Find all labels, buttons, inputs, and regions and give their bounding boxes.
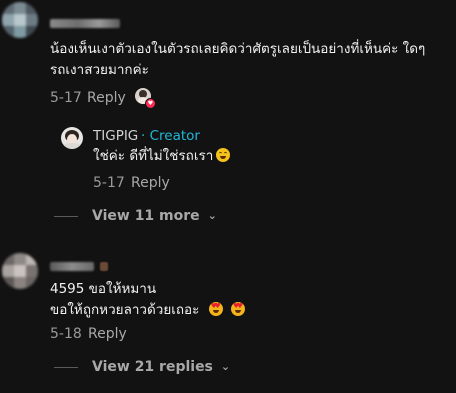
reply-button[interactable]: Reply bbox=[87, 89, 126, 107]
comment-text-line-1: 4595 ขอให้หมาน bbox=[50, 281, 157, 297]
heart-eyes-emoji-icon bbox=[231, 302, 245, 316]
heart-icon: ♥ bbox=[145, 98, 156, 109]
comment-text-line-2: รถเงาสวยมากค่ะ bbox=[50, 62, 149, 78]
comment-date: 5-18 bbox=[50, 326, 82, 342]
view-replies-button[interactable]: View 21 replies ⌄ bbox=[54, 358, 230, 376]
divider-line bbox=[54, 366, 78, 368]
reply-button[interactable]: Reply bbox=[88, 325, 127, 343]
chevron-down-icon: ⌄ bbox=[207, 209, 217, 222]
avatar[interactable] bbox=[2, 253, 38, 289]
avatar[interactable] bbox=[2, 2, 38, 38]
view-more-replies-button[interactable]: View 11 more ⌄ bbox=[54, 207, 217, 225]
reply-date: 5-17 bbox=[93, 175, 125, 191]
comment-text-line-1: น้องเห็นเงาตัวเองในตัวรถเลยคิดว่าศัตรูเล… bbox=[50, 41, 426, 57]
reply-text-content: ใช่ค่ะ ดีที่ไม่ใช่รถเรา bbox=[93, 148, 214, 164]
reply-author[interactable]: TIGPIG bbox=[93, 127, 138, 145]
blurred-badge bbox=[100, 262, 108, 271]
divider-line bbox=[54, 215, 78, 217]
creator-badge: · Creator bbox=[141, 128, 200, 144]
comment-date: 5-17 bbox=[50, 90, 82, 106]
view-replies-label: View 21 replies bbox=[92, 359, 213, 375]
heart-eyes-emoji-icon bbox=[208, 302, 223, 316]
comment-text-content: ขอให้ถูกหวยลาวด้วยเถอะ bbox=[50, 302, 200, 318]
reply-button[interactable]: Reply bbox=[131, 174, 170, 192]
view-more-label: View 11 more bbox=[92, 208, 200, 224]
chevron-down-icon: ⌄ bbox=[220, 360, 231, 373]
username-blurred[interactable] bbox=[50, 262, 94, 271]
laughing-emoji-icon bbox=[216, 148, 231, 162]
username-blurred[interactable] bbox=[50, 19, 120, 28]
creator-avatar[interactable] bbox=[61, 127, 83, 149]
reply-text: ใช่ค่ะ ดีที่ไม่ใช่รถเรา bbox=[93, 146, 231, 166]
comment-text-line-2: ขอให้ถูกหวยลาวด้วยเถอะ bbox=[50, 300, 245, 320]
